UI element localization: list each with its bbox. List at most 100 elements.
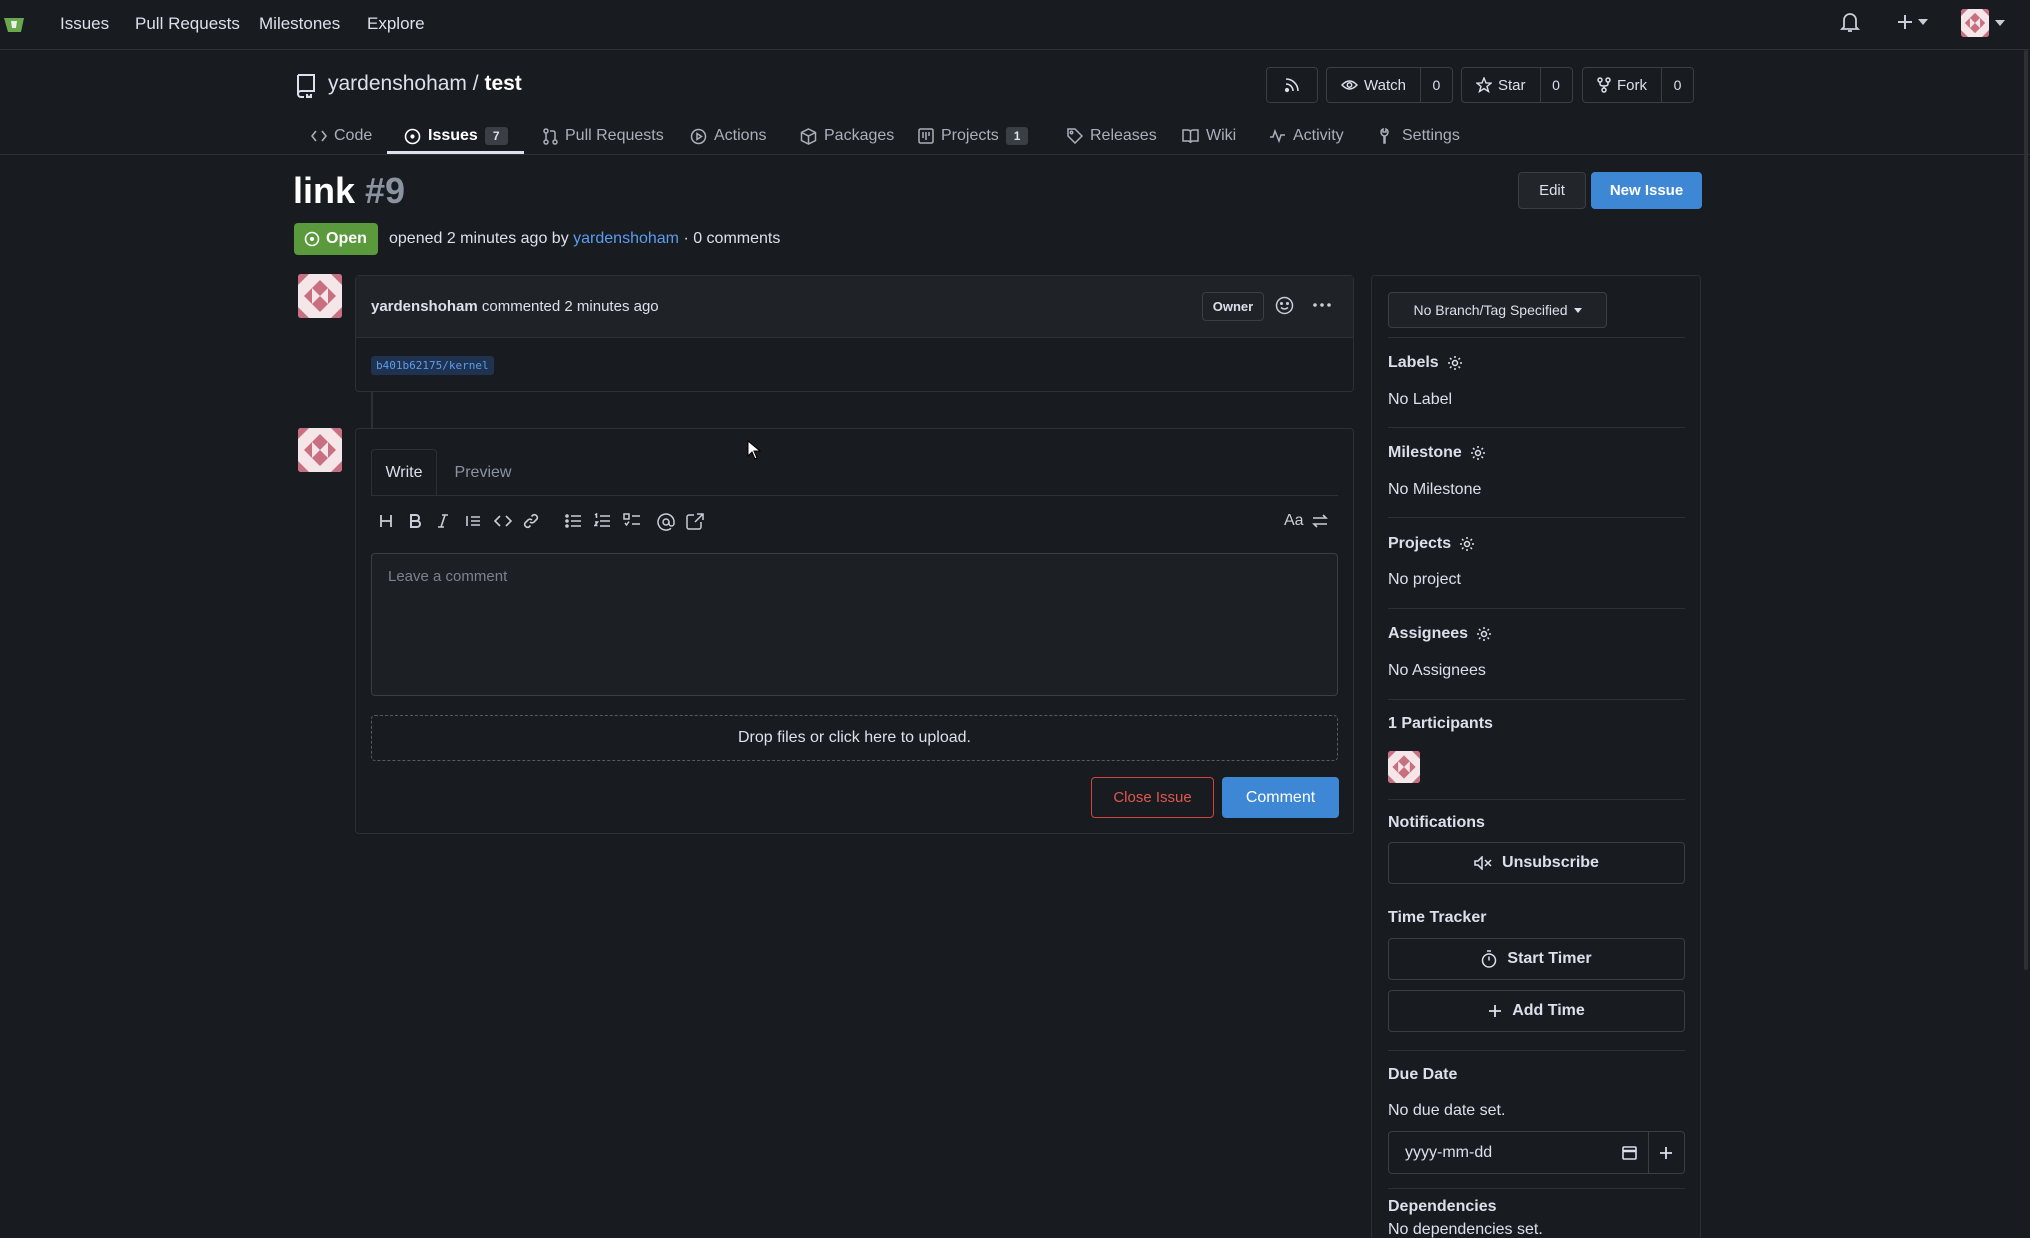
nav-issues[interactable]: Issues [60, 14, 109, 34]
issue-author-link[interactable]: yardenshoham [573, 230, 679, 247]
rss-feed-button[interactable] [1266, 67, 1318, 103]
assignees-section-title: Assignees [1388, 625, 1492, 643]
calendar-icon[interactable] [1612, 1132, 1648, 1173]
tab-wiki[interactable]: Wiki [1182, 118, 1236, 154]
commit-reference-link[interactable]: b401b62175/kernel [371, 356, 494, 375]
issue-meta: opened 2 minutes ago by yardenshoham · 0… [389, 230, 780, 248]
add-due-date-plus-icon[interactable] [1647, 1132, 1684, 1173]
add-time-label: Add Time [1512, 1002, 1585, 1019]
milestone-settings-gear-icon[interactable] [1470, 445, 1486, 461]
mute-icon [1474, 856, 1492, 870]
plus-icon [1898, 15, 1912, 29]
pull-request-icon [543, 127, 558, 145]
heading-icon[interactable] [379, 513, 393, 529]
due-date-input[interactable] [1389, 1132, 1612, 1173]
comment-author-link[interactable]: yardenshoham [371, 298, 478, 315]
add-time-button[interactable]: Add Time [1388, 990, 1685, 1032]
package-icon [800, 127, 817, 145]
projects-value: No project [1388, 571, 1461, 588]
timeline-connector [371, 392, 373, 428]
cross-reference-icon[interactable] [686, 513, 704, 530]
assignees-settings-gear-icon[interactable] [1476, 626, 1492, 642]
projects-settings-gear-icon[interactable] [1459, 536, 1475, 552]
project-board-icon [918, 128, 934, 144]
tools-icon [1380, 128, 1389, 144]
add-reaction-smiley-icon[interactable] [1275, 296, 1294, 315]
repo-title: yardenshoham / test [328, 72, 522, 96]
tab-settings[interactable]: Settings [1380, 118, 1460, 154]
tab-releases[interactable]: Releases [1067, 118, 1157, 154]
preview-tab[interactable]: Preview [447, 449, 519, 496]
branch-tag-selector[interactable]: No Branch/Tag Specified [1388, 292, 1607, 328]
comment-author-avatar[interactable] [298, 274, 342, 318]
watch-count[interactable]: 0 [1419, 68, 1452, 102]
labels-title: Labels [1388, 354, 1439, 371]
unsubscribe-button[interactable]: Unsubscribe [1388, 842, 1685, 884]
new-issue-button[interactable]: New Issue [1591, 172, 1702, 209]
comment-textarea[interactable] [371, 553, 1338, 696]
nav-explore[interactable]: Explore [367, 14, 425, 34]
comment-header: yardenshoham commented 2 minutes ago Own… [356, 276, 1353, 338]
notifications-bell-icon[interactable] [1840, 11, 1860, 33]
sidebar-divider [1388, 799, 1685, 800]
tab-code[interactable]: Code [311, 118, 372, 154]
user-menu-dropdown[interactable] [1961, 9, 2005, 37]
star-count[interactable]: 0 [1539, 68, 1572, 102]
page-scrollbar[interactable] [2024, 50, 2028, 970]
tab-projects[interactable]: Projects 1 [918, 118, 1029, 154]
task-list-icon[interactable] [623, 513, 641, 529]
close-issue-button[interactable]: Close Issue [1091, 777, 1214, 818]
repo-owner-link[interactable]: yardenshoham [328, 72, 467, 95]
labels-settings-gear-icon[interactable] [1447, 355, 1463, 371]
repo-name-link[interactable]: test [484, 72, 521, 95]
file-upload-dropzone[interactable]: Drop files or click here to upload. [371, 715, 1338, 761]
write-tab[interactable]: Write [371, 449, 437, 496]
sidebar-divider [1388, 427, 1685, 428]
issue-status-label: Open [326, 230, 367, 247]
fork-button[interactable]: Fork [1583, 68, 1661, 102]
watch-button[interactable]: Watch [1327, 68, 1420, 102]
issue-sidebar: No Branch/Tag Specified Labels No Label … [1371, 275, 1701, 1238]
comment-more-options-icon[interactable] [1313, 303, 1331, 307]
sidebar-divider [1388, 608, 1685, 609]
link-icon[interactable] [523, 513, 539, 529]
numbered-list-icon[interactable] [594, 513, 611, 529]
top-navbar: Issues Pull Requests Milestones Explore [0, 0, 2030, 50]
tab-packages[interactable]: Packages [800, 118, 894, 154]
bulleted-list-icon[interactable] [565, 513, 582, 529]
star-label: Star [1498, 76, 1526, 94]
due-date-picker [1388, 1131, 1685, 1174]
gitea-logo-icon[interactable] [2, 14, 26, 34]
caret-down-icon [1918, 19, 1928, 25]
current-user-avatar[interactable] [298, 428, 342, 472]
tab-pull-requests[interactable]: Pull Requests [543, 118, 664, 154]
issue-meta-prefix: opened 2 minutes ago by [389, 230, 569, 247]
code-icon[interactable] [494, 513, 512, 529]
edit-title-button[interactable]: Edit [1518, 172, 1586, 209]
comment-submit-button[interactable]: Comment [1222, 777, 1339, 818]
star-button[interactable]: Star [1462, 68, 1540, 102]
nav-milestones[interactable]: Milestones [259, 14, 340, 34]
participant-avatar[interactable] [1388, 751, 1420, 783]
mention-icon[interactable] [657, 513, 675, 531]
italic-icon[interactable] [436, 513, 450, 529]
bold-icon[interactable] [408, 513, 422, 529]
comment-editor: Write Preview Aa Drop files or click her… [355, 428, 1354, 834]
tab-activity[interactable]: Activity [1269, 118, 1344, 154]
create-new-dropdown[interactable] [1896, 13, 1928, 31]
start-timer-button[interactable]: Start Timer [1388, 938, 1685, 980]
assignees-title: Assignees [1388, 625, 1469, 642]
switch-editor-icon[interactable] [1312, 513, 1328, 529]
editor-tab-divider [371, 495, 1338, 496]
monospace-toggle-button[interactable]: Aa [1284, 512, 1304, 530]
nav-pull-requests[interactable]: Pull Requests [135, 14, 240, 34]
tab-pull-requests-label: Pull Requests [565, 127, 664, 144]
tab-projects-label: Projects [941, 127, 999, 144]
tab-issues-label: Issues [428, 127, 478, 144]
tab-issues[interactable]: Issues 7 [404, 118, 508, 154]
tab-releases-label: Releases [1090, 127, 1157, 144]
unsubscribe-label: Unsubscribe [1502, 854, 1599, 871]
fork-count[interactable]: 0 [1661, 68, 1693, 102]
tab-actions[interactable]: Actions [690, 118, 766, 154]
quote-icon[interactable] [465, 513, 481, 529]
